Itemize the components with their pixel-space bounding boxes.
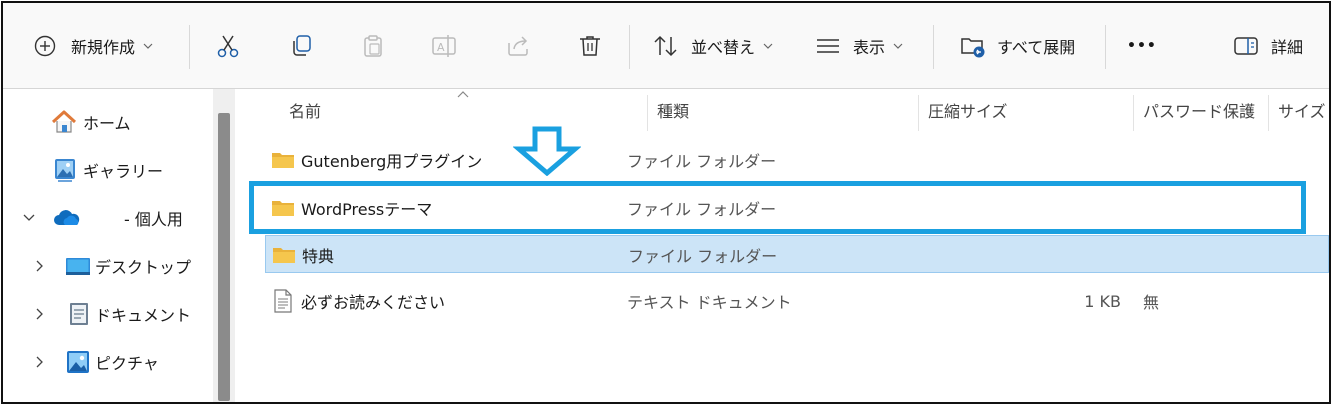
view-label: 表示 (853, 38, 886, 57)
copy-icon (293, 35, 311, 56)
file-type: テキスト ドキュメント (627, 293, 792, 312)
clipboard-icon (364, 35, 382, 57)
annotation-arrow-down-icon (513, 126, 581, 176)
file-row-readme[interactable]: 必ずお読みください テキスト ドキュメント 1 KB 無 (265, 282, 1329, 320)
documents-icon (70, 303, 88, 325)
file-name: Gutenberg用プラグイン (301, 152, 483, 171)
folder-icon (273, 248, 295, 263)
scissors-icon (217, 35, 239, 58)
command-bar: 新規作成 A 並べ替え 表示 すべて展開 ••• 詳細 (3, 3, 1329, 89)
desktop-icon (66, 258, 90, 275)
column-header-password[interactable]: パスワード保護 (1143, 89, 1255, 131)
expand-all-button[interactable]: すべて展開 (959, 28, 1075, 64)
file-row-tokuten[interactable]: 特典 ファイル フォルダー (265, 235, 1329, 273)
cut-button[interactable] (215, 28, 241, 64)
folder-expand-icon (961, 38, 985, 58)
file-size (1066, 236, 1122, 274)
share-button[interactable] (505, 28, 531, 64)
sidebar-item-label: ギャラリー (83, 162, 164, 181)
details-pane-icon (1234, 37, 1258, 55)
file-size (1065, 141, 1121, 179)
chevron-right-icon[interactable] (36, 356, 44, 368)
sidebar-item-home[interactable]: ホーム (3, 104, 213, 140)
rename-button[interactable]: A (431, 28, 459, 64)
chevron-right-icon[interactable] (36, 260, 44, 272)
sort-ascending-icon (457, 91, 469, 98)
sidebar-item-label: ドキュメント (95, 306, 192, 325)
onedrive-cloud-icon (54, 210, 80, 225)
paste-button[interactable] (360, 28, 386, 64)
file-row-gutenberg[interactable]: Gutenberg用プラグイン ファイル フォルダー (265, 141, 1329, 179)
file-list: 名前 種類 圧縮サイズ パスワード保護 サイズ Gutenberg用プラグイン … (235, 89, 1329, 402)
sidebar-item-onedrive[interactable]: - 個人用 (3, 200, 213, 236)
home-icon (51, 110, 77, 133)
annotation-highlight-box (249, 181, 1306, 234)
column-header-compressed-size[interactable]: 圧縮サイズ (928, 89, 1008, 131)
delete-button[interactable] (577, 28, 603, 64)
copy-button[interactable] (288, 28, 314, 64)
sidebar-item-label: ホーム (83, 114, 131, 133)
chevron-down-icon (143, 43, 153, 49)
sidebar-item-label: ピクチャ (95, 354, 159, 373)
chevron-right-icon[interactable] (36, 308, 44, 320)
navigation-pane: ホーム ギャラリー - 個人用 デスクトップ ドキュメント ピクチャ (3, 89, 235, 402)
file-name: 必ずお読みください (301, 293, 446, 312)
more-button[interactable]: ••• (1127, 28, 1157, 64)
sidebar-item-gallery[interactable]: ギャラリー (3, 152, 213, 188)
rename-icon: A (432, 35, 456, 57)
sidebar-scrollbar-thumb[interactable] (218, 113, 230, 401)
column-header-type[interactable]: 種類 (657, 89, 689, 131)
plus-circle-icon (34, 35, 56, 57)
file-explorer-window: 新規作成 A 並べ替え 表示 すべて展開 ••• 詳細 ホーム ギャラリー - … (1, 1, 1331, 404)
file-size: 1 KB (1084, 291, 1121, 311)
new-button[interactable]: 新規作成 (33, 28, 153, 64)
share-icon (508, 36, 528, 56)
chevron-down-icon (763, 43, 773, 49)
more-label: ••• (1127, 38, 1157, 54)
file-type: ファイル フォルダー (628, 247, 778, 266)
column-header-size[interactable]: サイズ (1278, 89, 1326, 131)
chevron-down-icon (893, 43, 903, 49)
folder-icon (272, 153, 294, 168)
chevron-down-icon[interactable] (23, 214, 35, 222)
sort-label: 並べ替え (691, 38, 756, 57)
pictures-icon (67, 351, 89, 373)
sidebar-item-documents[interactable]: ドキュメント (3, 296, 213, 332)
details-label: 詳細 (1271, 38, 1304, 57)
sidebar-item-label: - 個人用 (124, 210, 183, 229)
list-view-icon (817, 39, 839, 53)
trash-icon (580, 36, 600, 56)
svg-text:A: A (437, 41, 445, 54)
sidebar-item-pictures[interactable]: ピクチャ (3, 344, 213, 380)
file-password: 無 (1143, 293, 1160, 312)
view-button[interactable]: 表示 (815, 28, 903, 64)
details-button[interactable]: 詳細 (1233, 28, 1303, 64)
text-file-icon (274, 289, 292, 313)
sidebar-item-label: デスクトップ (95, 258, 192, 277)
sort-button[interactable]: 並べ替え (653, 28, 773, 64)
gallery-icon (55, 159, 75, 182)
sidebar-item-desktop[interactable]: デスクトップ (3, 248, 213, 284)
new-label: 新規作成 (71, 38, 136, 57)
file-type: ファイル フォルダー (627, 152, 777, 171)
expand-all-label: すべて展開 (997, 38, 1076, 57)
column-header-name[interactable]: 名前 (289, 89, 321, 131)
sort-arrows-icon (654, 35, 677, 57)
file-name: 特典 (302, 247, 335, 266)
